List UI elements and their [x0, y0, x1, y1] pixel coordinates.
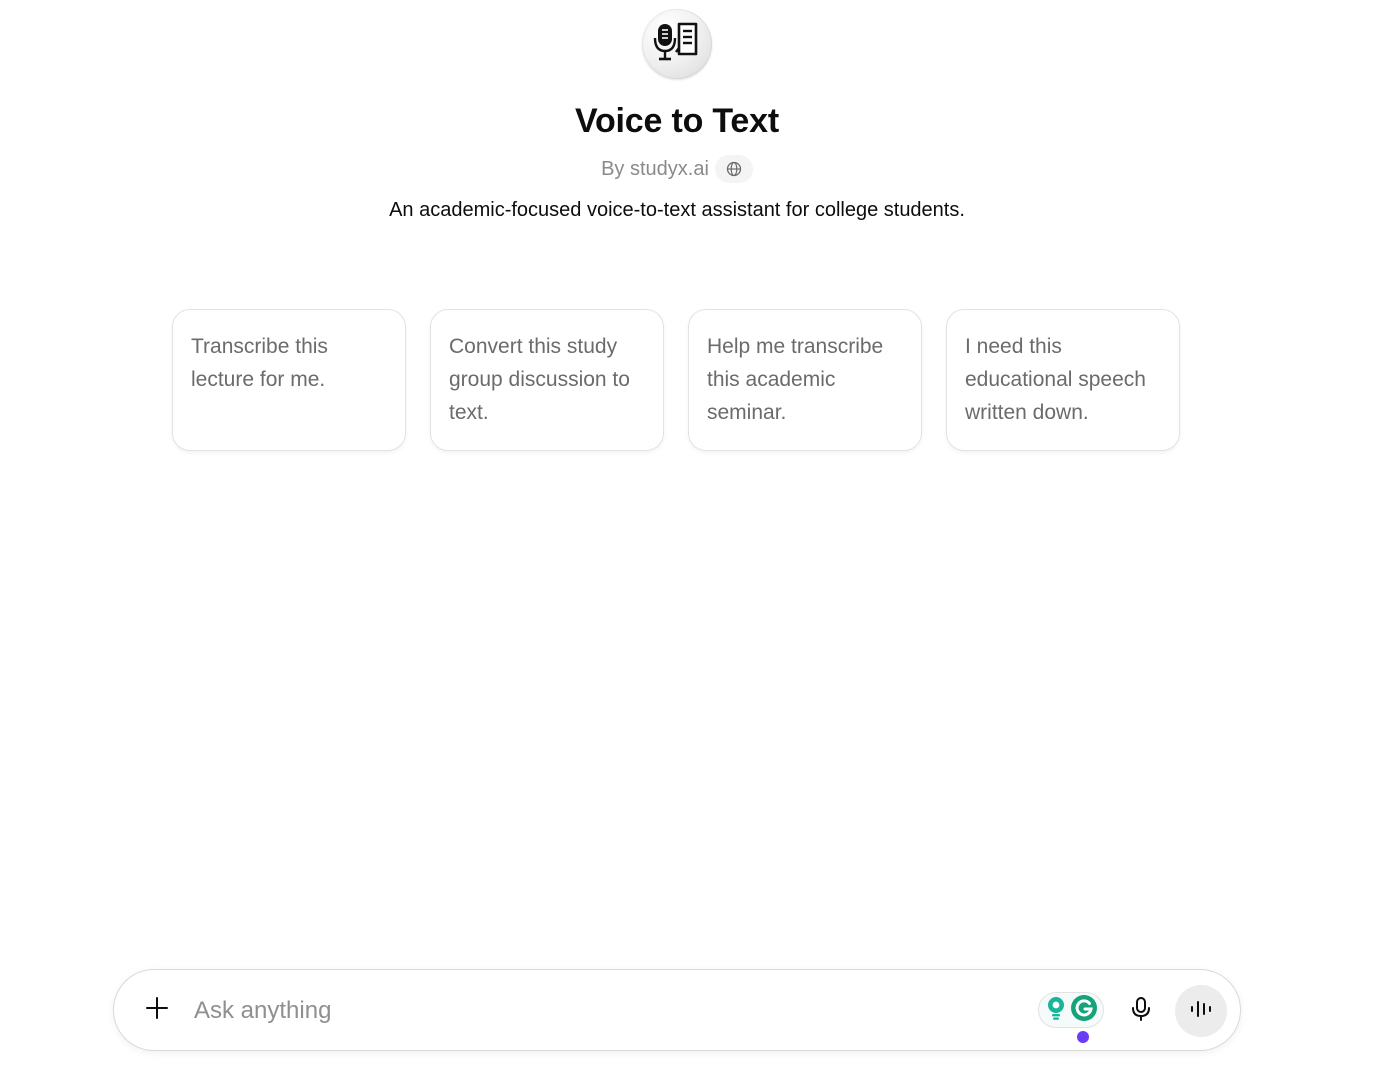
starter-label: I need this educational speech written d…: [965, 335, 1146, 424]
gpt-author-row: By studyx.ai: [601, 155, 753, 183]
plus-icon: [145, 996, 169, 1025]
ask-input[interactable]: [192, 990, 1016, 1032]
dictate-button[interactable]: [1122, 992, 1160, 1030]
microphone-icon: [1130, 996, 1152, 1027]
starter-card[interactable]: Help me transcribe this academic seminar…: [688, 309, 922, 451]
gpt-avatar: [642, 9, 712, 79]
starter-label: Transcribe this lecture for me.: [191, 335, 328, 391]
lightbulb-extension-icon[interactable]: [1044, 995, 1068, 1026]
gpt-description: An academic-focused voice-to-text assist…: [389, 199, 965, 221]
voice-waveform-icon: [1189, 999, 1213, 1024]
microphone-document-icon: [652, 20, 702, 69]
gpt-header: Voice to Text By studyx.ai An academic-f…: [0, 0, 1354, 223]
extension-buttons: [1038, 992, 1104, 1028]
starter-card[interactable]: Transcribe this lecture for me.: [172, 309, 406, 451]
starter-label: Convert this study group discussion to t…: [449, 335, 630, 424]
message-composer: [113, 969, 1241, 1051]
starter-card[interactable]: Convert this study group discussion to t…: [430, 309, 664, 451]
starter-card[interactable]: I need this educational speech written d…: [946, 309, 1180, 451]
conversation-starters: Transcribe this lecture for me. Convert …: [172, 309, 1180, 451]
starter-label: Help me transcribe this academic seminar…: [707, 335, 884, 424]
extension-status-dot: [1077, 1031, 1089, 1043]
gpt-home-page: Voice to Text By studyx.ai An academic-f…: [0, 0, 1400, 1065]
gpt-title: Voice to Text: [575, 102, 779, 140]
gpt-author[interactable]: By studyx.ai: [601, 158, 709, 181]
voice-mode-button[interactable]: [1175, 985, 1227, 1037]
attach-button[interactable]: [138, 991, 176, 1029]
globe-icon[interactable]: [714, 155, 753, 183]
grammarly-icon[interactable]: [1070, 994, 1098, 1027]
